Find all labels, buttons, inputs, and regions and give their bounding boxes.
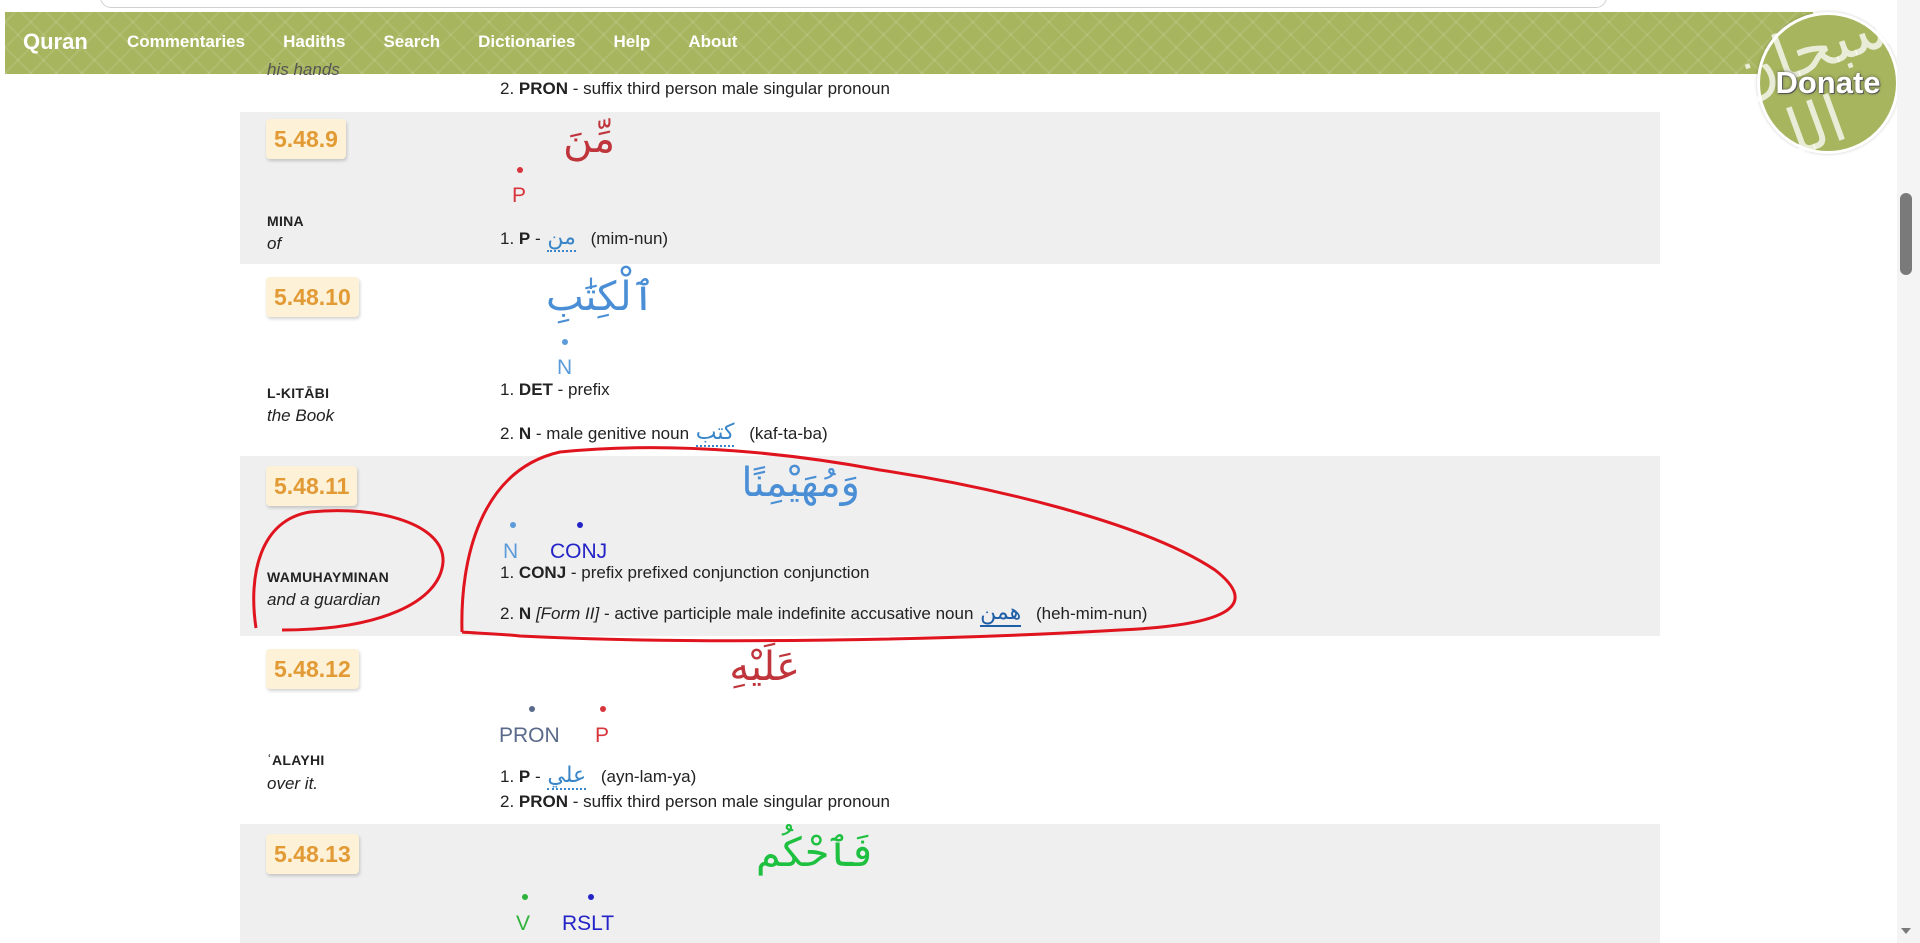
- root-arabic[interactable]: كتب: [695, 420, 735, 447]
- morph-num: 2.: [500, 424, 515, 443]
- verse-location-badge[interactable]: 5.48.9: [266, 119, 346, 159]
- morph-text: - suffix third person male singular pron…: [568, 79, 890, 98]
- morph-tag[interactable]: PRON: [519, 79, 568, 98]
- table-row: 5.48.11 وَمُهَيْمِنًا N CONJ WAMUHAYMINA…: [240, 456, 1660, 636]
- word-gloss: and a guardian: [267, 590, 381, 609]
- morph-text: - male genitive noun: [531, 424, 694, 443]
- table-row-previous: his hands 2. PRON - suffix third person …: [240, 60, 1660, 112]
- morph-num: 2.: [500, 792, 515, 811]
- morph-line: 1. P - من (mim-nun): [500, 225, 669, 252]
- morph-num: 1.: [500, 229, 515, 248]
- morph-num: 1.: [500, 563, 515, 582]
- word-gloss: of: [267, 234, 282, 253]
- morph-line: 2. PRON - suffix third person male singu…: [500, 79, 890, 99]
- word-gloss: his hands: [267, 60, 340, 79]
- scrollbar-track[interactable]: [1897, 0, 1920, 943]
- morph-tag[interactable]: N: [519, 424, 531, 443]
- arabic-word[interactable]: مِّنَ: [563, 116, 615, 162]
- morph-form: [Form II]: [535, 604, 600, 623]
- table-row: 5.48.9 مِّنَ P MINA of 1. P - من (mim-nu…: [240, 112, 1660, 264]
- morph-line: 1. DET - prefix: [500, 380, 610, 400]
- segment-dot: [588, 894, 594, 900]
- nav-link-search[interactable]: Search: [383, 32, 440, 52]
- arabic-word[interactable]: وَمُهَيْمِنًا: [741, 460, 860, 506]
- morph-text: - active participle male indefinite accu…: [599, 604, 979, 623]
- pos-tag-p: P: [595, 724, 610, 747]
- morph-line: 2. PRON - suffix third person male singu…: [500, 792, 890, 812]
- morph-line: 1. P - علي (ayn-lam-ya): [500, 763, 697, 790]
- morph-tag[interactable]: CONJ: [519, 563, 566, 582]
- donate-label: Donate: [1775, 65, 1881, 100]
- morph-num: 1.: [500, 767, 515, 786]
- word-transliteration: MINA: [267, 213, 304, 229]
- word-gloss: the Book: [267, 406, 335, 425]
- morph-text: - prefix: [552, 380, 610, 399]
- nav-links: Commentaries Hadiths Search Dictionaries…: [127, 32, 775, 52]
- nav-link-help[interactable]: Help: [613, 32, 650, 52]
- morph-tag[interactable]: P: [519, 767, 530, 786]
- root-arabic[interactable]: من: [547, 225, 576, 252]
- brand-logo[interactable]: Quran: [23, 29, 88, 55]
- word-transliteration: ʿALAYHI: [267, 752, 325, 768]
- morph-text: -: [530, 229, 546, 248]
- morph-text: - suffix third person male singular pron…: [568, 792, 890, 811]
- table-row: 5.48.13 فَٱحْكُم V RSLT: [240, 824, 1660, 943]
- table-row: 5.48.12 عَلَيْهِ PRON P ʿALAYHI over it.…: [240, 636, 1660, 824]
- morph-tag[interactable]: P: [519, 229, 530, 248]
- morph-tag[interactable]: PRON: [519, 792, 568, 811]
- morph-line: 2. N - male genitive noun كتب (kaf-ta-ba…: [500, 420, 828, 447]
- browser-top-strip: [0, 0, 1920, 12]
- verse-location-badge[interactable]: 5.48.10: [266, 277, 359, 317]
- morph-num: 1.: [500, 380, 515, 399]
- morph-num: 2.: [500, 604, 515, 623]
- arabic-word[interactable]: فَٱحْكُم: [756, 830, 872, 876]
- verse-location-badge[interactable]: 5.48.11: [266, 466, 358, 506]
- root-arabic[interactable]: همن: [980, 600, 1022, 627]
- pos-tag-n: N: [557, 356, 573, 379]
- pos-tag-pron: PRON: [499, 724, 560, 747]
- table-row: 5.48.10 ٱلْكِتَٰبِ N L-KITĀBI the Book 1…: [240, 264, 1660, 456]
- morph-text: - prefix prefixed conjunction conjunctio…: [566, 563, 870, 582]
- word-gloss: over it.: [267, 774, 319, 793]
- scroll-down-arrow-icon[interactable]: [1901, 928, 1911, 934]
- root-letters: (ayn-lam-ya): [600, 767, 697, 786]
- morph-tag[interactable]: N: [519, 604, 531, 623]
- verse-location-badge[interactable]: 5.48.13: [266, 834, 359, 874]
- pos-tag-n: N: [503, 540, 519, 563]
- scrollbar-thumb[interactable]: [1900, 193, 1912, 275]
- nav-link-about[interactable]: About: [688, 32, 737, 52]
- morph-text: -: [530, 767, 546, 786]
- segment-dot: [510, 522, 516, 528]
- root-letters: (heh-mim-nun): [1035, 604, 1148, 623]
- morph-num: 2.: [500, 79, 515, 98]
- segment-dot: [517, 167, 523, 173]
- word-transliteration: L-KITĀBI: [267, 385, 330, 401]
- morph-line: 2. N [Form II] - active participle male …: [500, 600, 1148, 627]
- pos-tag-v: V: [516, 912, 531, 935]
- verse-location-badge[interactable]: 5.48.12: [266, 649, 359, 689]
- segment-dot: [522, 894, 528, 900]
- nav-link-commentaries[interactable]: Commentaries: [127, 32, 245, 52]
- segment-dot: [562, 339, 568, 345]
- root-arabic[interactable]: علي: [547, 763, 587, 790]
- morph-line: 1. CONJ - prefix prefixed conjunction co…: [500, 563, 870, 583]
- donate-button[interactable]: سبحان الله Donate: [1718, 0, 1913, 183]
- arabic-word[interactable]: عَلَيْهِ: [729, 644, 800, 690]
- morph-tag[interactable]: DET: [519, 380, 553, 399]
- segment-dot: [529, 706, 535, 712]
- segment-dot: [600, 706, 606, 712]
- nav-link-dictionaries[interactable]: Dictionaries: [478, 32, 575, 52]
- root-letters: (mim-nun): [590, 229, 669, 248]
- word-transliteration: WAMUHAYMINAN: [267, 569, 390, 585]
- segment-dot: [577, 522, 583, 528]
- root-letters: (kaf-ta-ba): [749, 424, 828, 443]
- pos-tag-rslt: RSLT: [562, 912, 615, 935]
- address-bar[interactable]: [100, 0, 1607, 8]
- arabic-word[interactable]: ٱلْكِتَٰبِ: [546, 274, 655, 320]
- nav-link-hadiths[interactable]: Hadiths: [283, 32, 345, 52]
- pos-tag-p: P: [512, 184, 527, 207]
- pos-tag-conj: CONJ: [550, 540, 608, 563]
